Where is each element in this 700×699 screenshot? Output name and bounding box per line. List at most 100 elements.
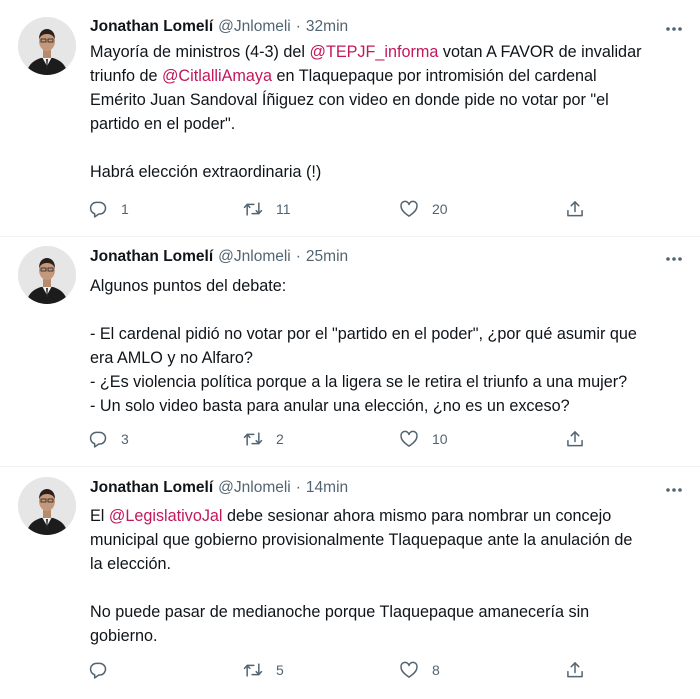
- avatar[interactable]: [18, 17, 76, 75]
- tweet-text-segment: la elección.: [90, 555, 171, 573]
- like-button[interactable]: 20: [399, 197, 448, 221]
- tweet-text-segment: debe sesionar ahora mismo para nombrar u…: [222, 507, 612, 525]
- like-count: 20: [432, 201, 448, 217]
- tweet-text-segment: municipal que gobierno provisionalmente …: [90, 531, 633, 549]
- like-icon: [399, 660, 419, 680]
- tweet-line: municipal que gobierno provisionalmente …: [90, 528, 690, 552]
- tweet-header: Jonathan Lomelí @Jnlomeli · 14min: [90, 479, 348, 501]
- share-button[interactable]: [565, 427, 585, 451]
- reply-button[interactable]: 3: [88, 427, 129, 451]
- share-button[interactable]: [565, 197, 585, 221]
- avatar[interactable]: [18, 246, 76, 304]
- separator: ·: [295, 18, 301, 35]
- tweet-text: Mayoría de ministros (4-3) del @TEPJF_in…: [90, 40, 690, 184]
- tweet-text-segment: era AMLO y no Alfaro?: [90, 349, 253, 367]
- like-count: 10: [432, 431, 448, 447]
- tweet-line: [90, 136, 690, 160]
- like-count: 8: [432, 662, 440, 678]
- tweet-text-segment: partido en el poder".: [90, 115, 236, 133]
- tweet-line: Mayoría de ministros (4-3) del @TEPJF_in…: [90, 40, 690, 64]
- retweet-count: 2: [276, 431, 284, 447]
- retweet-count: 11: [276, 201, 291, 217]
- tweet-text-segment: - ¿Es violencia política porque a la lig…: [90, 373, 628, 391]
- timestamp[interactable]: 25min: [306, 248, 348, 266]
- retweet-button[interactable]: 11: [243, 197, 291, 221]
- tweet-line: [90, 298, 690, 322]
- tweet-text: El @LegislativoJal debe sesionar ahora m…: [90, 504, 690, 648]
- like-icon: [399, 199, 419, 219]
- like-icon: [399, 429, 419, 449]
- tweet-line: Emérito Juan Sandoval Íñiguez con video …: [90, 88, 690, 112]
- tweet-line: - El cardenal pidió no votar por el "par…: [90, 322, 690, 346]
- tweet-actions: 5 8: [88, 658, 608, 682]
- share-icon: [565, 429, 585, 449]
- retweet-count: 5: [276, 662, 284, 678]
- tweet-text-segment: Habrá elección extraordinaria (!): [90, 163, 322, 181]
- tweet-text-segment: Emérito Juan Sandoval Íñiguez con video …: [90, 91, 609, 109]
- tweet-text-segment: Mayoría de ministros (4-3) del: [90, 43, 310, 61]
- like-button[interactable]: 8: [399, 658, 440, 682]
- mention-link[interactable]: @CitlalliAmaya: [162, 67, 272, 85]
- share-icon: [565, 660, 585, 680]
- tweet-line: triunfo de @CitlalliAmaya en Tlaquepaque…: [90, 64, 690, 88]
- tweet-text: Algunos puntos del debate: - El cardenal…: [90, 274, 690, 418]
- reply-button[interactable]: 1: [88, 197, 129, 221]
- divider: [0, 466, 700, 467]
- avatar[interactable]: [18, 477, 76, 535]
- reply-count: 1: [121, 201, 129, 217]
- tweet-actions: 3 2 10: [88, 427, 608, 451]
- tweet-line: El @LegislativoJal debe sesionar ahora m…: [90, 504, 690, 528]
- tweet-line: gobierno.: [90, 624, 690, 648]
- tweet-line: [90, 576, 690, 600]
- tweet-text-segment: - Un solo video basta para anular una el…: [90, 397, 570, 415]
- separator: ·: [295, 479, 301, 496]
- mention-link[interactable]: @LegislativoJal: [109, 507, 223, 525]
- tweet-line: - Un solo video basta para anular una el…: [90, 394, 690, 418]
- tweet-text-segment: gobierno.: [90, 627, 158, 645]
- tweet-header: Jonathan Lomelí @Jnlomeli · 25min: [90, 248, 348, 270]
- tweet-text-segment: No puede pasar de medianoche porque Tlaq…: [90, 603, 590, 621]
- reply-button[interactable]: [88, 658, 121, 682]
- reply-count: 3: [121, 431, 129, 447]
- author-name[interactable]: Jonathan Lomelí: [90, 248, 213, 266]
- retweet-icon: [243, 660, 263, 680]
- tweet-text-segment: Algunos puntos del debate:: [90, 277, 287, 295]
- author-handle[interactable]: @Jnlomeli: [218, 248, 291, 266]
- more-icon[interactable]: [664, 24, 684, 34]
- author-handle[interactable]: @Jnlomeli: [218, 18, 291, 36]
- retweet-button[interactable]: 2: [243, 427, 284, 451]
- tweet-actions: 1 11 20: [88, 197, 608, 221]
- tweet-text-segment: triunfo de: [90, 67, 162, 85]
- separator: ·: [295, 248, 301, 265]
- more-icon[interactable]: [664, 485, 684, 495]
- like-button[interactable]: 10: [399, 427, 448, 451]
- author-name[interactable]: Jonathan Lomelí: [90, 18, 213, 36]
- tweet-line: la elección.: [90, 552, 690, 576]
- timestamp[interactable]: 32min: [306, 18, 348, 36]
- timestamp[interactable]: 14min: [306, 479, 348, 497]
- tweet-line: era AMLO y no Alfaro?: [90, 346, 690, 370]
- tweet-text-segment: El: [90, 507, 109, 525]
- mention-link[interactable]: @TEPJF_informa: [310, 43, 439, 61]
- retweet-icon: [243, 429, 263, 449]
- share-button[interactable]: [565, 658, 585, 682]
- tweet-line: Habrá elección extraordinaria (!): [90, 160, 690, 184]
- tweet-line: - ¿Es violencia política porque a la lig…: [90, 370, 690, 394]
- retweet-button[interactable]: 5: [243, 658, 284, 682]
- more-icon[interactable]: [664, 254, 684, 264]
- tweet-text-segment: en Tlaquepaque por intromisión del carde…: [272, 67, 597, 85]
- author-handle[interactable]: @Jnlomeli: [218, 479, 291, 497]
- reply-icon: [88, 199, 108, 219]
- tweet-text-segment: - El cardenal pidió no votar por el "par…: [90, 325, 637, 343]
- tweet-line: No puede pasar de medianoche porque Tlaq…: [90, 600, 690, 624]
- tweet-line: partido en el poder".: [90, 112, 690, 136]
- retweet-icon: [243, 199, 263, 219]
- tweet-header: Jonathan Lomelí @Jnlomeli · 32min: [90, 18, 348, 40]
- reply-icon: [88, 429, 108, 449]
- reply-icon: [88, 660, 108, 680]
- tweet-text-segment: votan A FAVOR de invalidar: [438, 43, 642, 61]
- tweet-line: Algunos puntos del debate:: [90, 274, 690, 298]
- share-icon: [565, 199, 585, 219]
- divider: [0, 236, 700, 237]
- author-name[interactable]: Jonathan Lomelí: [90, 479, 213, 497]
